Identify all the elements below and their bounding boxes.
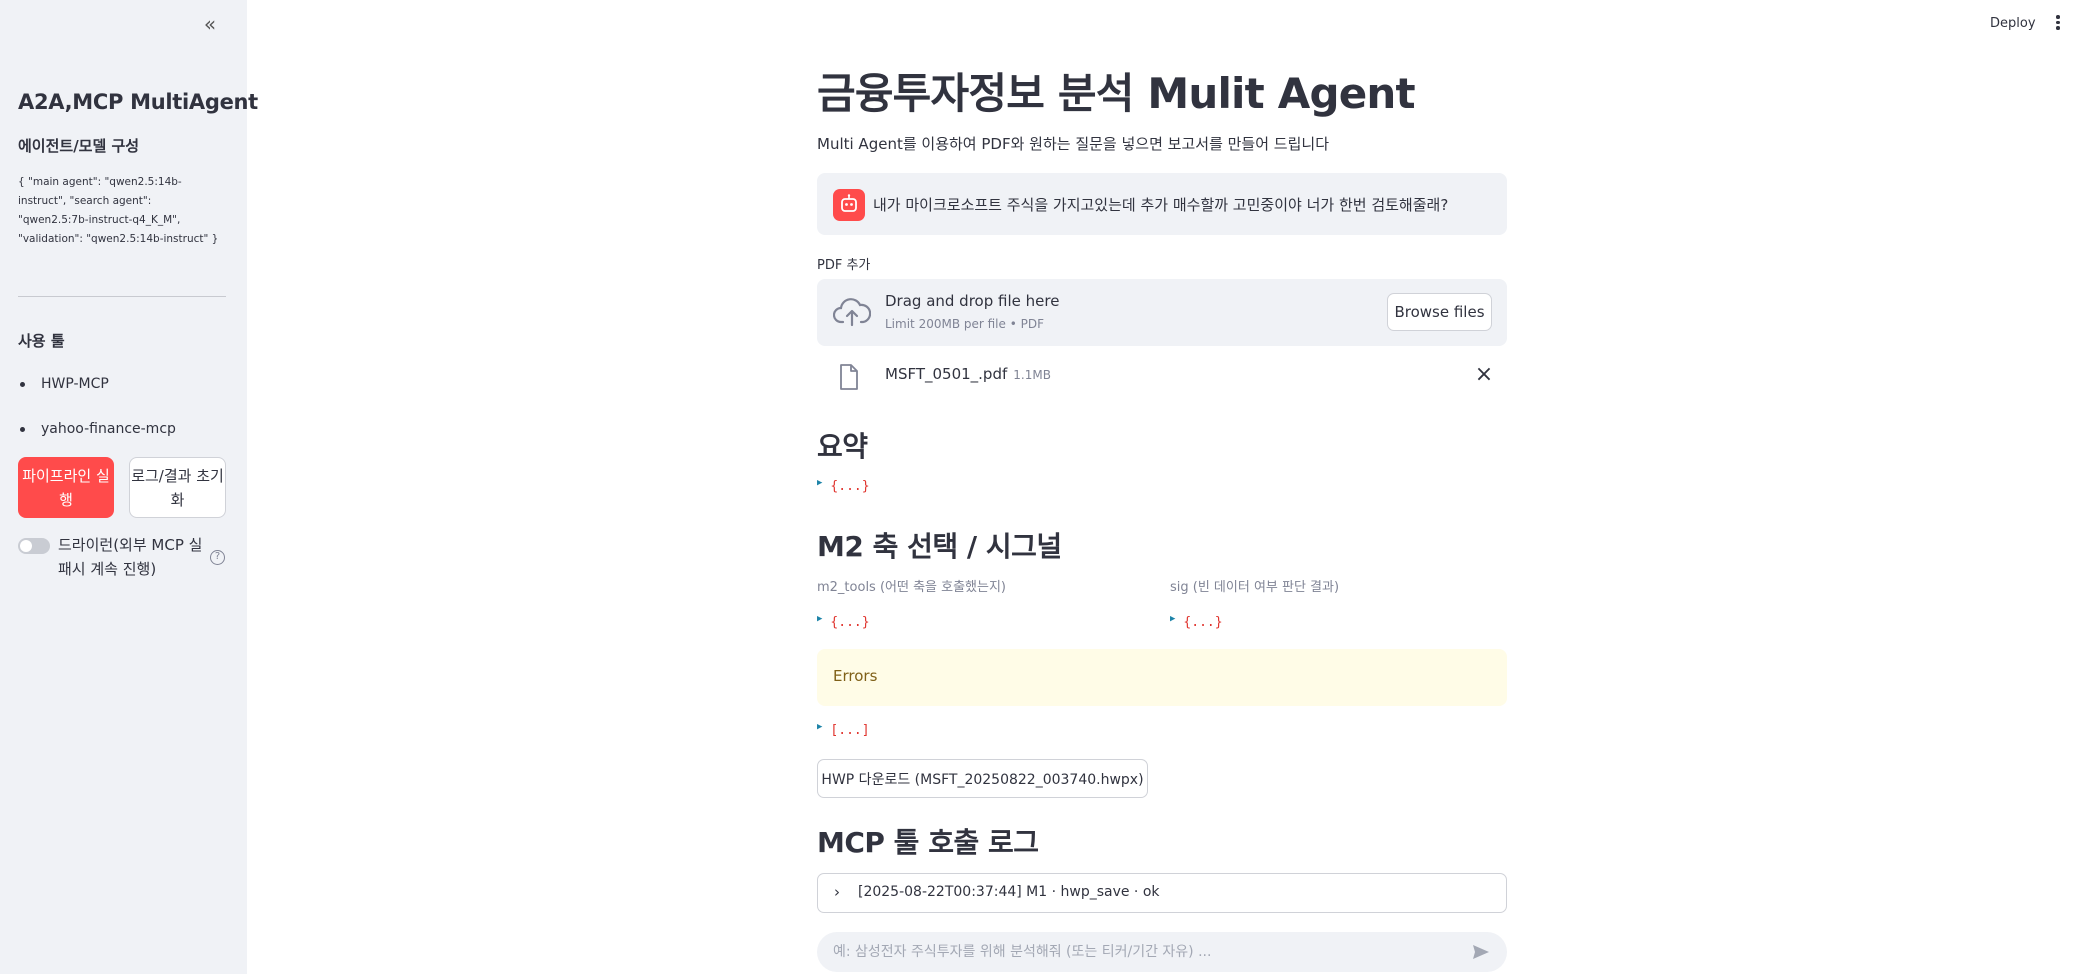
reset-button[interactable]: 로그/결과 초기화 xyxy=(129,457,226,518)
json-collapsed: {...} xyxy=(1183,615,1223,630)
hwp-download-button[interactable]: HWP 다운로드 (MSFT_20250822_003740.hwpx) xyxy=(817,759,1148,798)
log-expander[interactable]: › [2025-08-22T00:37:44] M1 · hwp_save · … xyxy=(817,873,1507,913)
toggle-knob xyxy=(20,540,32,552)
page-description: Multi Agent를 이용하여 PDF와 원하는 질문을 넣으면 보고서를 … xyxy=(817,135,1330,153)
sidebar: « A2A,MCP MultiAgent 에이전트/모델 구성 { "main … xyxy=(0,0,258,974)
sig-json[interactable]: ▶ {...} xyxy=(1170,614,1223,630)
chat-input-container xyxy=(817,932,1507,972)
tool-item: HWP-MCP xyxy=(20,376,109,392)
vertical-dots-icon[interactable] xyxy=(2054,13,2062,33)
file-name: MSFT_0501_.pdf 1.1MB xyxy=(885,365,1051,383)
json-collapsed: {...} xyxy=(830,479,870,494)
pdf-upload-label: PDF 추가 xyxy=(817,258,871,273)
sig-caption: sig (빈 데이터 여부 판단 결과) xyxy=(1170,580,1340,595)
m2-tools-json[interactable]: ▶ {...} xyxy=(817,614,870,630)
help-icon[interactable]: ? xyxy=(210,550,225,565)
expand-arrow-icon: ▶ xyxy=(1170,614,1176,624)
dropzone-title: Drag and drop file here xyxy=(885,292,1060,310)
sidebar-title: A2A,MCP MultiAgent xyxy=(18,90,258,114)
m2-heading: M2 축 선택 / 시그널 xyxy=(817,530,1062,563)
summary-json[interactable]: ▶ {...} xyxy=(817,478,870,494)
browse-files-button[interactable]: Browse files xyxy=(1387,293,1492,331)
chat-message: 내가 마이크로소프트 주식을 가지고있는데 추가 매수할까 고민중이야 너가 한… xyxy=(817,173,1507,235)
file-name-text: MSFT_0501_.pdf xyxy=(885,365,1008,383)
errors-box: Errors xyxy=(817,649,1507,706)
json-collapsed: [...] xyxy=(830,723,870,738)
dropzone-limit: Limit 200MB per file • PDF xyxy=(885,317,1044,331)
config-title: 에이전트/모델 구성 xyxy=(18,137,140,155)
errors-json[interactable]: ▶ [...] xyxy=(817,722,870,738)
assistant-avatar-icon xyxy=(833,189,865,221)
config-json: { "main agent": "qwen2.5:14b-instruct", … xyxy=(18,176,219,245)
tools-title: 사용 툴 xyxy=(18,332,65,350)
log-entry: [2025-08-22T00:37:44] M1 · hwp_save · ok xyxy=(858,884,1160,900)
log-heading: MCP 툴 호출 로그 xyxy=(817,826,1039,859)
expand-arrow-icon: ▶ xyxy=(817,478,823,488)
page-title: 금융투자정보 분석 Mulit Agent xyxy=(817,69,1416,118)
file-icon xyxy=(839,364,859,390)
cloud-upload-icon xyxy=(832,296,872,328)
run-pipeline-button[interactable]: 파이프라인 실행 xyxy=(18,457,114,518)
m2-tools-caption: m2_tools (어떤 축을 호출했는지) xyxy=(817,580,1007,595)
dryrun-toggle[interactable] xyxy=(18,538,50,554)
file-dropzone[interactable]: Drag and drop file here Limit 200MB per … xyxy=(817,279,1507,346)
expand-arrow-icon: ▶ xyxy=(817,614,823,624)
file-size: 1.1MB xyxy=(1013,368,1051,382)
tool-item: yahoo-finance-mcp xyxy=(20,421,176,437)
json-collapsed: {...} xyxy=(830,615,870,630)
close-icon[interactable]: × xyxy=(1473,364,1495,386)
errors-label: Errors xyxy=(833,667,878,685)
double-chevron-left-icon[interactable]: « xyxy=(198,12,222,36)
summary-heading: 요약 xyxy=(817,430,868,463)
send-icon[interactable] xyxy=(1471,942,1491,962)
deploy-button[interactable]: Deploy xyxy=(1990,16,2036,31)
chat-input[interactable] xyxy=(833,940,1463,964)
chevron-right-icon: › xyxy=(834,883,840,901)
uploaded-file: MSFT_0501_.pdf 1.1MB × xyxy=(817,358,1507,396)
chat-message-text: 내가 마이크로소프트 주식을 가지고있는데 추가 매수할까 고민중이야 너가 한… xyxy=(873,196,1449,214)
divider xyxy=(18,296,226,297)
expand-arrow-icon: ▶ xyxy=(817,722,823,732)
dryrun-label: 드라이런(외부 MCP 실패시 계속 진행) xyxy=(58,536,203,578)
